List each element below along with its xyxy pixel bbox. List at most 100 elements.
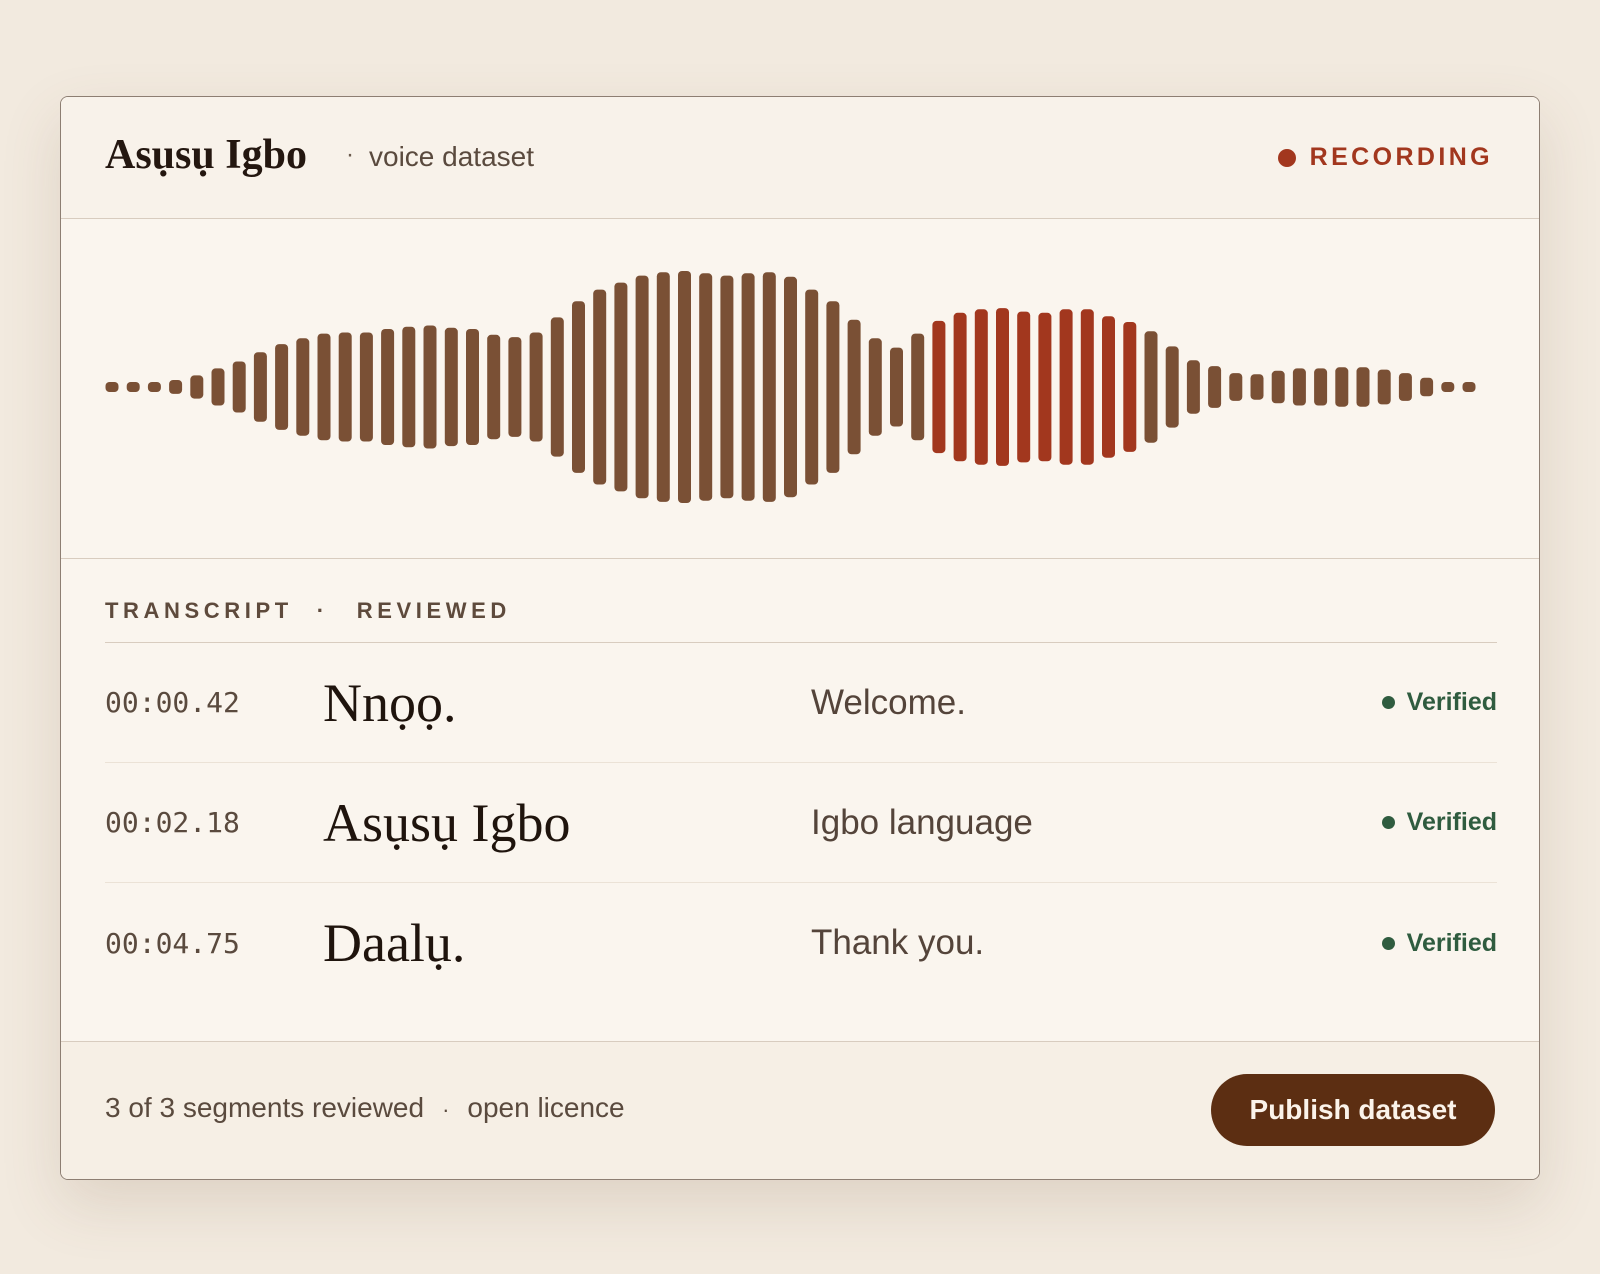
dataset-subtitle: voice dataset [369, 141, 534, 172]
waveform-bar-highlighted [1038, 312, 1052, 462]
segment-status-label: Verified [1406, 688, 1497, 716]
segment-time: 00:00.42 [105, 686, 240, 719]
waveform-bar [1398, 373, 1412, 401]
dataset-title: Asụsụ Igbo [105, 132, 307, 178]
waveform-bar [1292, 368, 1306, 406]
waveform-bar [656, 272, 670, 502]
waveform-bar [1314, 368, 1328, 406]
waveform-bar [359, 332, 373, 442]
transcript-separator: · [316, 597, 329, 623]
verified-dot-icon [1381, 816, 1395, 829]
segment-status: Verified [1381, 688, 1497, 717]
waveform-bar [296, 338, 310, 436]
waveform-bar [847, 319, 861, 455]
recording-label: RECORDING [1309, 143, 1493, 171]
waveform-bar [1462, 382, 1476, 392]
waveform-bar [1250, 374, 1264, 400]
card-header: Asụsụ Igbo · voice dataset RECORDING [61, 97, 1539, 219]
waveform-bar [890, 347, 903, 427]
waveform-bar [487, 334, 501, 440]
waveform-bar [1335, 367, 1349, 407]
footer-summary: 3 of 3 segments reviewed · open licence [105, 1092, 625, 1124]
waveform-bar [868, 338, 882, 436]
waveform-bar [1356, 367, 1370, 407]
title-separator: · [346, 141, 354, 168]
waveform-bar [741, 273, 755, 501]
waveform-bar [105, 382, 119, 392]
waveform-bar [805, 289, 819, 485]
waveform-bar [1144, 331, 1158, 443]
waveform-bar-highlighted [1080, 309, 1094, 465]
waveform-bar [1208, 366, 1222, 408]
waveform-bar [444, 327, 458, 447]
transcript-header: TRANSCRIPT · REVIEWED [105, 559, 1497, 643]
segment-status: Verified [1381, 808, 1497, 837]
waveform-bar [381, 329, 395, 445]
waveform-bar-highlighted [1017, 311, 1031, 463]
waveform-bar [635, 275, 649, 499]
waveform-bar [423, 325, 437, 449]
transcript-row[interactable]: 00:04.75 Daalụ. Thank you. Verified [105, 883, 1497, 1003]
waveform-bar [762, 272, 776, 502]
waveform-bar [402, 326, 416, 448]
waveform-bar [911, 333, 925, 441]
publish-dataset-button[interactable]: Publish dataset [1211, 1074, 1495, 1146]
waveform-bar [550, 317, 564, 457]
waveform-bar [190, 375, 204, 399]
waveform-bar [169, 380, 183, 394]
verified-dot-icon [1381, 936, 1395, 950]
waveform-bar [211, 368, 225, 406]
licence-label: open licence [467, 1092, 625, 1123]
waveform-bar-highlighted [932, 320, 946, 454]
segment-igbo-text: Asụsụ Igbo [323, 792, 571, 853]
waveform-bar [784, 276, 797, 498]
waveform-bar [1165, 346, 1179, 428]
waveform-bar [1229, 373, 1243, 401]
waveform-bar-highlighted [1123, 322, 1137, 452]
verified-dot-icon [1381, 696, 1395, 709]
waveform-bar [126, 382, 140, 392]
segment-igbo-text: Nnọọ. [323, 672, 457, 733]
transcript-row[interactable]: 00:00.42 Nnọọ. Welcome. Verified [105, 643, 1497, 763]
waveform-bar [1271, 370, 1285, 404]
waveform-bar [614, 282, 628, 492]
waveform-bar-highlighted [1059, 309, 1073, 465]
segment-igbo-text: Daalụ. [323, 913, 466, 973]
transcript-status: REVIEWED [356, 597, 511, 623]
waveform[interactable] [61, 219, 1540, 559]
segment-translation: Welcome. [811, 682, 966, 722]
waveform-bar [678, 271, 691, 503]
waveform-bar [508, 337, 522, 437]
waveform-bar [1420, 377, 1434, 397]
waveform-bar [253, 352, 267, 422]
recording-indicator: RECORDING [1277, 143, 1493, 172]
waveform-bar [1377, 369, 1391, 405]
segment-translation: Igbo language [811, 802, 1033, 842]
footer-separator: · [442, 1097, 450, 1122]
segment-time: 00:02.18 [105, 806, 240, 839]
waveform-panel [61, 219, 1539, 559]
waveform-bar [232, 361, 246, 413]
waveform-bar [572, 301, 585, 473]
waveform-bar [338, 332, 352, 442]
dataset-card: Asụsụ Igbo · voice dataset RECORDING TRA… [60, 96, 1540, 1180]
transcript-row[interactable]: 00:02.18 Asụsụ Igbo Igbo language Verifi… [105, 763, 1497, 883]
waveform-bar [720, 275, 734, 499]
waveform-bar [317, 333, 331, 441]
waveform-bar [1441, 382, 1455, 392]
waveform-bar-highlighted [996, 308, 1009, 466]
review-summary: 3 of 3 segments reviewed [105, 1092, 425, 1123]
waveform-bar [593, 289, 607, 485]
waveform-bar [699, 273, 713, 501]
segment-time: 00:04.75 [105, 926, 240, 960]
segment-status-label: Verified [1406, 928, 1497, 957]
waveform-bar [466, 329, 479, 445]
waveform-bar [529, 332, 543, 442]
waveform-bar [826, 301, 840, 473]
segment-translation: Thank you. [811, 923, 985, 962]
segment-status-label: Verified [1406, 808, 1497, 836]
waveform-bar-highlighted [974, 309, 988, 465]
waveform-bar [1186, 360, 1200, 414]
segment-status: Verified [1381, 928, 1497, 958]
waveform-bar-highlighted [1102, 316, 1115, 458]
